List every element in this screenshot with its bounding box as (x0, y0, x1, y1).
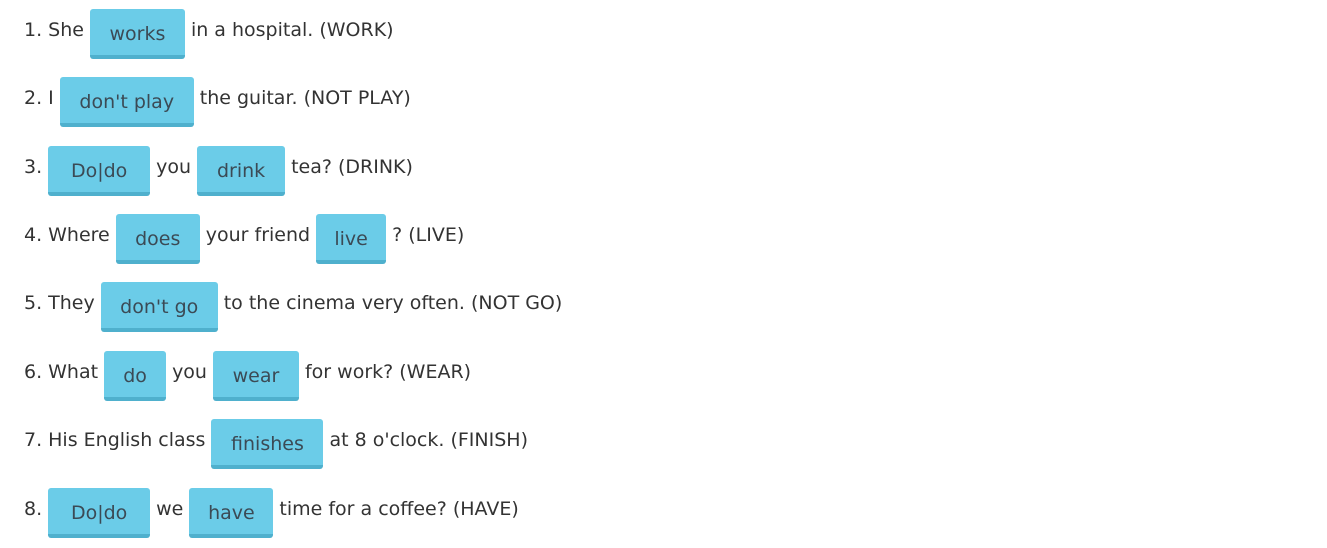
sentence-text: for work? (WEAR) (304, 361, 472, 383)
answer-gap[interactable]: wear (212, 351, 299, 401)
answer-gap[interactable]: have (189, 488, 274, 538)
question-row-1: 1. She works in a hospital. (WORK) (24, 9, 394, 63)
answer-gap[interactable]: Do|do (48, 146, 151, 196)
question-number: 2. (24, 87, 43, 109)
question-number: 8. (24, 498, 43, 520)
sentence-text: you (172, 361, 207, 383)
sentence-text: in a hospital. (WORK) (190, 19, 394, 41)
question-number: 3. (24, 156, 43, 178)
exercise-container: 1. She works in a hospital. (WORK) 2. I … (0, 0, 1327, 548)
answer-gap[interactable]: Do|do (48, 488, 151, 538)
question-row-2: 2. I don't play the guitar. (NOT PLAY) (24, 77, 411, 131)
sentence-text: you (156, 156, 192, 178)
question-row-3: 3. Do|do you drink tea? (DRINK) (24, 146, 413, 200)
sentence-text: tea? (DRINK) (291, 156, 413, 178)
question-number: 1. (24, 19, 43, 41)
question-row-4: 4. Where does your friend live ? (LIVE) (24, 214, 464, 268)
sentence-text: I (48, 87, 54, 109)
sentence-text: ? (LIVE) (392, 224, 465, 246)
answer-gap[interactable]: do (104, 351, 167, 401)
answer-gap[interactable]: don't go (100, 282, 218, 332)
answer-gap[interactable]: don't play (59, 77, 194, 127)
answer-gap[interactable]: does (115, 214, 200, 264)
sentence-text: to the cinema very often. (NOT GO) (223, 292, 563, 314)
question-number: 5. (24, 292, 43, 314)
question-row-5: 5. They don't go to the cinema very ofte… (24, 282, 562, 336)
sentence-text: What (48, 361, 99, 383)
sentence-text: She (48, 19, 84, 41)
answer-gap[interactable]: live (316, 214, 387, 264)
question-row-7: 7. His English class finishes at 8 o'clo… (24, 419, 528, 473)
answer-gap[interactable]: works (89, 9, 185, 59)
sentence-text: Where (48, 224, 110, 246)
sentence-text: at 8 o'clock. (FINISH) (329, 429, 528, 451)
sentence-text: time for a coffee? (HAVE) (279, 498, 519, 520)
answer-gap[interactable]: drink (197, 146, 286, 196)
sentence-text: His English class (48, 429, 206, 451)
sentence-text: They (48, 292, 95, 314)
answer-gap[interactable]: finishes (211, 419, 324, 469)
question-number: 4. (24, 224, 43, 246)
sentence-text: your friend (205, 224, 311, 246)
question-row-8: 8. Do|do we have time for a coffee? (HAV… (24, 488, 519, 542)
question-number: 6. (24, 361, 43, 383)
question-number: 7. (24, 429, 43, 451)
question-row-6: 6. What do you wear for work? (WEAR) (24, 351, 471, 405)
sentence-text: we (156, 498, 184, 520)
sentence-text: the guitar. (NOT PLAY) (199, 87, 411, 109)
